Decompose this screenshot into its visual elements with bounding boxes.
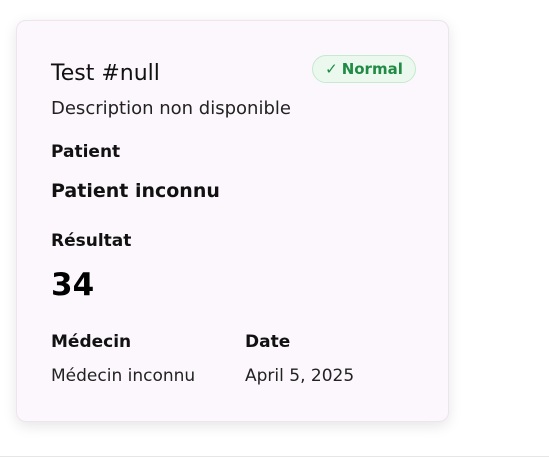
patient-value: Patient inconnu <box>51 180 220 202</box>
result-label: Résultat <box>51 231 132 251</box>
bottom-divider <box>0 456 549 457</box>
date-value: April 5, 2025 <box>245 366 355 386</box>
status-label: Normal <box>341 60 403 78</box>
page: Test #null ✓ Normal Description non dispo… <box>0 0 549 467</box>
status-badge: ✓ Normal <box>312 55 416 83</box>
doctor-label: Médecin <box>51 332 132 352</box>
doctor-value: Médecin inconnu <box>51 366 196 386</box>
result-value: 34 <box>51 267 95 303</box>
patient-label: Patient <box>51 142 121 162</box>
test-title: Test #null <box>51 61 160 86</box>
date-label: Date <box>245 332 291 352</box>
test-description: Description non disponible <box>51 98 291 119</box>
test-result-card[interactable]: Test #null ✓ Normal Description non dispo… <box>16 20 449 422</box>
check-icon: ✓ <box>325 60 338 78</box>
